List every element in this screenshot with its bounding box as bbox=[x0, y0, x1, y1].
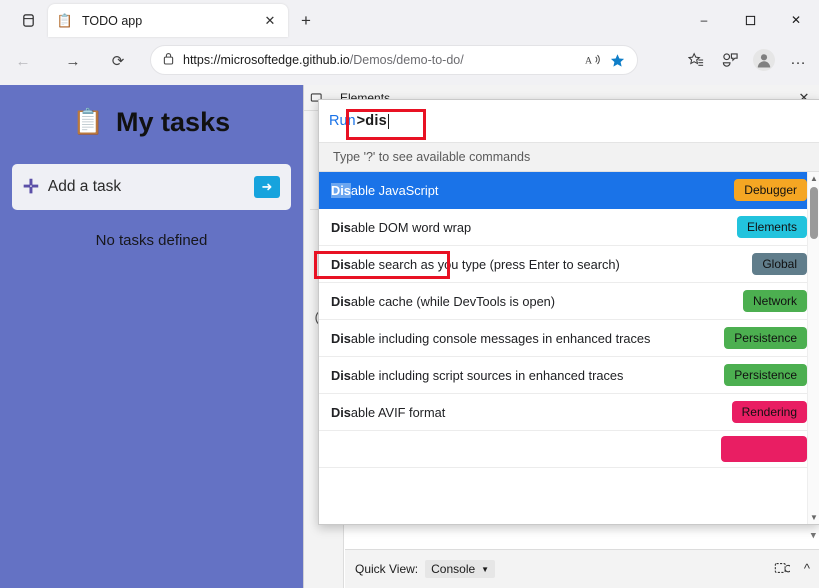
window-controls: – ✕ bbox=[681, 0, 819, 40]
profile-button[interactable] bbox=[747, 46, 781, 74]
dock-panel-icon[interactable] bbox=[774, 561, 790, 578]
quick-view-select[interactable]: Console ▼ bbox=[425, 560, 495, 578]
quick-view-bar: Quick View: Console ▼ ^ bbox=[345, 549, 819, 588]
scroll-up-icon[interactable]: ▲ bbox=[808, 172, 819, 185]
clipboard-icon: 📋 bbox=[73, 108, 104, 137]
url-text: https://microsoftedge.github.io/Demos/de… bbox=[183, 53, 581, 67]
command-palette: Run >dis Type '?' to see available comma… bbox=[318, 99, 819, 525]
command-item-label: Disable search as you type (press Enter … bbox=[331, 257, 620, 272]
devtools-panel: Elements ✕ + ⋯ ? margin: ▶ calc(2 * v bbox=[303, 85, 819, 588]
command-item-label: Disable cache (while DevTools is open) bbox=[331, 294, 555, 309]
command-item-label: Disable AVIF format bbox=[331, 405, 445, 420]
command-item-partial[interactable] bbox=[319, 431, 819, 468]
command-item-label: Disable including script sources in enha… bbox=[331, 368, 623, 383]
tab-strip: 📋 TODO app ✕ + – ✕ bbox=[0, 0, 819, 40]
command-item-match: Dis bbox=[331, 405, 351, 420]
split-screen-icon[interactable] bbox=[713, 46, 747, 74]
command-input-wrap[interactable]: >dis bbox=[357, 106, 809, 136]
lock-icon bbox=[163, 52, 174, 68]
command-hint: Type '?' to see available commands bbox=[319, 142, 819, 172]
command-input[interactable]: >dis bbox=[357, 113, 387, 129]
chevron-down-icon: ▼ bbox=[481, 565, 489, 574]
command-item-badge bbox=[721, 436, 807, 462]
command-list-scrollbar[interactable]: ▲ ▼ bbox=[807, 172, 819, 524]
scrollbar-thumb[interactable] bbox=[810, 187, 818, 239]
command-list[interactable]: Disable JavaScript Debugger Disable DOM wo… bbox=[319, 172, 819, 524]
command-item-match: Dis bbox=[331, 294, 351, 309]
command-item-badge: Debugger bbox=[734, 179, 807, 201]
back-button[interactable]: ← bbox=[10, 48, 36, 74]
url-host: https://microsoftedge.github.io bbox=[183, 53, 350, 67]
command-item-badge: Persistence bbox=[724, 364, 807, 386]
command-item-badge: Elements bbox=[737, 216, 807, 238]
clipboard-icon: 📋 bbox=[56, 12, 74, 30]
command-item[interactable]: Disable AVIF format Rendering bbox=[319, 394, 819, 431]
todo-app: 📋 My tasks ✛ Add a task ➜ No tasks defin… bbox=[0, 85, 303, 588]
code-scroll-down-icon[interactable]: ▼ bbox=[811, 530, 816, 543]
maximize-button[interactable] bbox=[727, 0, 773, 40]
quick-view-label: Quick View: bbox=[355, 562, 418, 576]
page-title: 📋 My tasks bbox=[0, 107, 303, 138]
browser-toolbar: … bbox=[679, 46, 815, 74]
browser-tab[interactable]: 📋 TODO app ✕ bbox=[48, 4, 288, 37]
collapse-icon[interactable]: ^ bbox=[804, 561, 810, 578]
command-item-label: Disable DOM word wrap bbox=[331, 220, 471, 235]
url-path: /Demos/demo-to-do/ bbox=[350, 53, 464, 67]
command-item-badge: Network bbox=[743, 290, 807, 312]
read-aloud-icon[interactable]: A bbox=[581, 48, 605, 72]
command-item-badge: Persistence bbox=[724, 327, 807, 349]
quick-view-actions: ^ bbox=[774, 561, 810, 578]
new-tab-button[interactable]: + bbox=[295, 10, 317, 32]
command-item-match: Dis bbox=[331, 220, 351, 235]
scroll-down-icon[interactable]: ▼ bbox=[808, 511, 819, 524]
command-item-badge: Global bbox=[752, 253, 807, 275]
page-viewport: 📋 My tasks ✛ Add a task ➜ No tasks defin… bbox=[0, 85, 819, 588]
quick-view-selected-value: Console bbox=[431, 562, 475, 576]
collections-icon[interactable] bbox=[679, 46, 713, 74]
favorite-star-icon[interactable] bbox=[605, 48, 629, 72]
command-item-label: Disable including console messages in en… bbox=[331, 331, 650, 346]
add-task-row[interactable]: ✛ Add a task ➜ bbox=[12, 164, 291, 210]
settings-more-icon[interactable]: … bbox=[781, 46, 815, 74]
tab-title: TODO app bbox=[82, 14, 260, 28]
browser-window: 📋 TODO app ✕ + – ✕ ← → ⟳ https://microso… bbox=[0, 0, 819, 588]
text-caret bbox=[388, 114, 389, 129]
address-bar[interactable]: https://microsoftedge.github.io/Demos/de… bbox=[150, 45, 638, 75]
command-item[interactable]: Disable cache (while DevTools is open) Ne… bbox=[319, 283, 819, 320]
close-icon[interactable]: ✕ bbox=[260, 11, 280, 31]
command-item[interactable]: Disable including console messages in en… bbox=[319, 320, 819, 357]
command-run-label: Run bbox=[329, 113, 356, 129]
close-window-button[interactable]: ✕ bbox=[773, 0, 819, 40]
command-item[interactable]: Disable DOM word wrap Elements bbox=[319, 209, 819, 246]
minimize-button[interactable]: – bbox=[681, 0, 727, 40]
forward-button[interactable]: → bbox=[60, 48, 86, 74]
command-item-match: Dis bbox=[331, 257, 351, 272]
command-item[interactable]: Disable including script sources in enha… bbox=[319, 357, 819, 394]
svg-text:A: A bbox=[585, 56, 592, 67]
command-input-row: Run >dis bbox=[319, 100, 819, 142]
add-task-input[interactable]: Add a task bbox=[48, 178, 254, 196]
command-item-badge: Rendering bbox=[732, 401, 807, 423]
command-item-label: Disable JavaScript bbox=[331, 183, 438, 198]
command-item[interactable]: Disable search as you type (press Enter … bbox=[319, 246, 819, 283]
command-item-match: Dis bbox=[331, 183, 351, 198]
command-item-match: Dis bbox=[331, 368, 351, 383]
avatar bbox=[753, 49, 775, 71]
submit-task-button[interactable]: ➜ bbox=[254, 176, 280, 198]
tab-actions-icon[interactable] bbox=[14, 9, 42, 31]
plus-icon: ✛ bbox=[23, 176, 39, 199]
command-item-match: Dis bbox=[331, 331, 351, 346]
reload-button[interactable]: ⟳ bbox=[105, 48, 131, 74]
command-item[interactable]: Disable JavaScript Debugger bbox=[319, 172, 819, 209]
empty-state-text: No tasks defined bbox=[0, 232, 303, 249]
page-title-text: My tasks bbox=[116, 107, 230, 138]
